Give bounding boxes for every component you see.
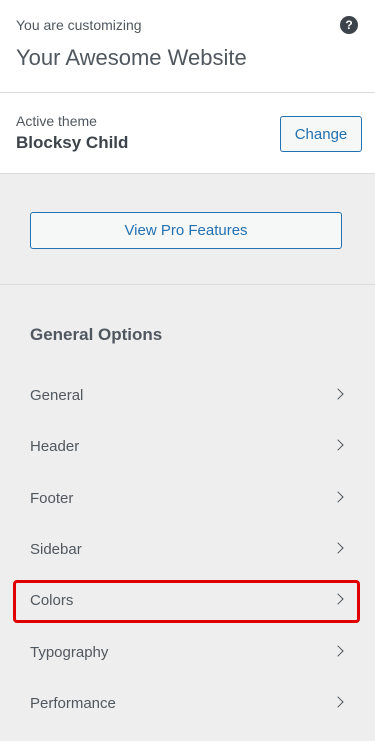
- change-theme-button[interactable]: Change: [280, 116, 362, 152]
- menu-item-label: Header: [30, 438, 80, 455]
- chevron-right-icon: [332, 696, 344, 708]
- menu-item-general[interactable]: General: [0, 375, 375, 419]
- active-theme-panel: Active theme Blocksy Child Change: [0, 93, 375, 174]
- menu-item-sidebar[interactable]: Sidebar: [0, 529, 375, 573]
- active-theme-name: Blocksy Child: [16, 133, 129, 152]
- menu-item-typography[interactable]: Typography: [0, 632, 375, 676]
- active-theme-label: Active theme: [16, 113, 97, 129]
- section-title: General Options: [30, 325, 163, 344]
- chevron-right-icon: [332, 491, 344, 503]
- menu-item-performance[interactable]: Performance: [0, 683, 375, 727]
- menu-item-label: General: [30, 387, 84, 404]
- menu-item-label: Footer: [30, 490, 74, 507]
- menu-item-label: Sidebar: [30, 541, 82, 558]
- customizer-header: You are customizing Your Awesome Website…: [0, 0, 375, 93]
- site-title: Your Awesome Website: [16, 45, 247, 70]
- section-divider: [0, 284, 375, 285]
- menu-item-label: Typography: [30, 644, 109, 661]
- chevron-right-icon: [332, 439, 344, 451]
- menu-item-header[interactable]: Header: [0, 426, 375, 470]
- menu-item-label: Performance: [30, 695, 116, 712]
- chevron-right-icon: [332, 542, 344, 554]
- highlight-box: [13, 580, 360, 623]
- chevron-right-icon: [332, 645, 344, 657]
- menu-item-footer[interactable]: Footer: [0, 478, 375, 522]
- help-icon[interactable]: ?: [340, 16, 358, 34]
- chevron-right-icon: [332, 388, 344, 400]
- view-pro-features-button[interactable]: View Pro Features: [30, 212, 342, 249]
- customizing-label: You are customizing: [16, 17, 142, 33]
